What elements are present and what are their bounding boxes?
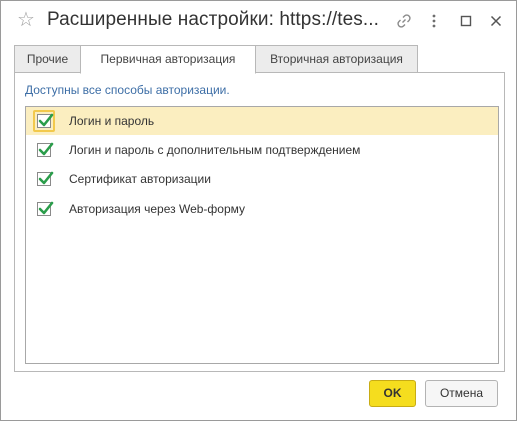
checkmark-icon	[38, 201, 54, 215]
checkmark-icon	[38, 113, 54, 127]
title-bar: ☆ Расширенные настройки: https://tes...	[1, 1, 516, 41]
tab-other[interactable]: Прочие	[14, 45, 81, 73]
dialog-window: ☆ Расширенные настройки: https://tes...	[0, 0, 517, 421]
window-title: Расширенные настройки: https://tes...	[47, 9, 379, 30]
checkmark-icon	[38, 142, 54, 156]
list-item-login-password[interactable]: Логин и пароль	[26, 107, 498, 135]
maximize-icon[interactable]	[456, 11, 476, 31]
tab-bar: Прочие Первичная авторизация Вторичная а…	[14, 45, 505, 74]
ok-button[interactable]: OK	[369, 380, 416, 407]
checkmark-icon	[38, 171, 54, 185]
tab-primary-auth[interactable]: Первичная авторизация	[80, 45, 256, 74]
list-item-web-form[interactable]: Авторизация через Web-форму	[26, 195, 498, 223]
list-item-label: Авторизация через Web-форму	[69, 202, 246, 216]
checkbox[interactable]	[37, 113, 54, 128]
cancel-button[interactable]: Отмена	[425, 380, 498, 407]
list-item-label: Логин и пароль с дополнительным подтверж…	[69, 143, 361, 157]
list-item-label: Логин и пароль	[69, 114, 155, 128]
link-icon[interactable]	[394, 11, 414, 31]
tab-panel: Доступны все способы авторизации. Логин …	[14, 72, 505, 372]
checkbox[interactable]	[37, 171, 54, 186]
list-item-login-password-2fa[interactable]: Логин и пароль с дополнительным подтверж…	[26, 136, 498, 164]
auth-methods-list[interactable]: Логин и пароль Логин и пароль с дополнит…	[25, 106, 499, 364]
more-vertical-icon[interactable]	[424, 11, 444, 31]
checkbox[interactable]	[37, 201, 54, 216]
list-item-label: Сертификат авторизации	[69, 172, 211, 186]
close-icon[interactable]	[486, 11, 506, 31]
list-item-certificate[interactable]: Сертификат авторизации	[26, 165, 498, 193]
tab-secondary-auth[interactable]: Вторичная авторизация	[255, 45, 418, 73]
checkbox[interactable]	[37, 142, 54, 157]
info-text: Доступны все способы авторизации.	[25, 83, 230, 97]
star-icon[interactable]: ☆	[17, 10, 35, 30]
